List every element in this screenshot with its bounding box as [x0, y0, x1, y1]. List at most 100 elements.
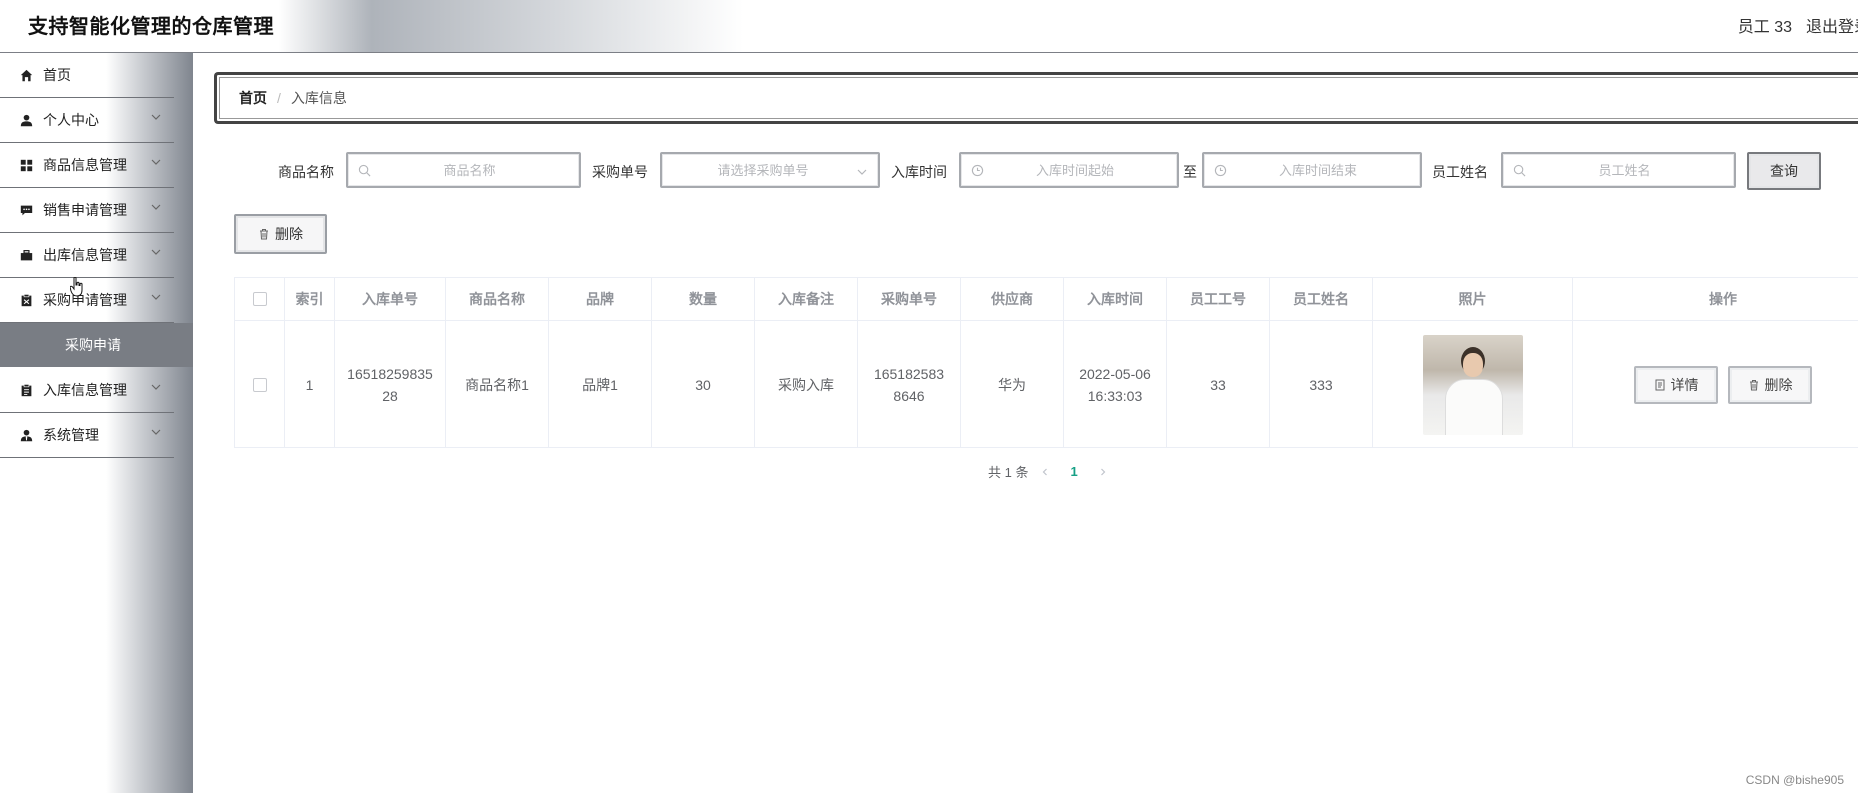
sidebar-item-label: 入库信息管理	[43, 382, 127, 398]
breadcrumb: 首页 / 入库信息	[214, 72, 1858, 124]
breadcrumb-current: 入库信息	[290, 90, 347, 106]
row-delete-button[interactable]: 删除	[1728, 365, 1812, 404]
cell-inbound-date: 2022-05-06	[1079, 365, 1151, 382]
cell-purchase-no-line1: 165182583	[873, 365, 945, 382]
inbound-time-end-input[interactable]	[1204, 161, 1420, 179]
chevron-down-icon	[151, 429, 161, 435]
sidebar-item-label: 销售申请管理	[43, 202, 127, 218]
sidebar-item-label: 系统管理	[43, 427, 99, 443]
inbound-time-start-input[interactable]	[961, 161, 1177, 179]
sidebar-item-label: 商品信息管理	[43, 157, 127, 173]
inbound-time-start-field[interactable]	[959, 152, 1179, 188]
pagination-page[interactable]: 1	[1070, 464, 1077, 479]
chevron-left-icon[interactable]	[1040, 467, 1050, 477]
inbound-table: 索引 入库单号 商品名称 品牌 数量 入库备注 采购单号 供应商 入库时间 员工…	[234, 277, 1858, 448]
header-checkbox-cell	[235, 278, 285, 320]
current-user: 员工 33	[1737, 19, 1792, 36]
watermark: CSDN @bishe905	[1745, 773, 1844, 787]
breadcrumb-home[interactable]: 首页	[239, 88, 267, 108]
cell-product-name: 商品名称1	[446, 321, 549, 448]
detail-button[interactable]: 详情	[1634, 365, 1718, 404]
sidebar-item-outbound-info[interactable]: 出库信息管理	[0, 233, 174, 278]
cell-inbound-time: 2022-05-06 16:33:03	[1064, 321, 1167, 448]
chevron-right-icon[interactable]	[1098, 467, 1108, 477]
column-header: 数量	[652, 278, 755, 320]
app-title: 支持智能化管理的仓库管理	[28, 16, 274, 38]
employee-name-input[interactable]	[1503, 161, 1734, 179]
employee-name-field[interactable]	[1501, 152, 1736, 188]
clipboard-icon	[19, 383, 33, 397]
top-header: 支持智能化管理的仓库管理 员工 33 退出登录	[0, 0, 1858, 53]
chevron-down-icon	[151, 159, 161, 165]
cell-actions: 详情 删除	[1573, 321, 1858, 448]
table-header-row: 索引 入库单号 商品名称 品牌 数量 入库备注 采购单号 供应商 入库时间 员工…	[235, 278, 1858, 321]
column-header: 照片	[1373, 278, 1573, 320]
sidebar-subitem-label: 采购申请	[65, 337, 121, 353]
chevron-down-icon	[151, 294, 161, 300]
column-header: 入库单号	[335, 278, 446, 320]
chevron-down-icon	[151, 204, 161, 210]
product-name-field[interactable]	[346, 152, 581, 188]
sidebar-item-inbound-info[interactable]: 入库信息管理	[0, 368, 174, 413]
clock-icon	[1214, 164, 1227, 177]
column-header: 采购单号	[858, 278, 961, 320]
sidebar-item-sales-request[interactable]: 销售申请管理	[0, 188, 174, 233]
sidebar-item-label: 出库信息管理	[43, 247, 127, 263]
column-header: 入库备注	[755, 278, 858, 320]
product-name-label: 商品名称	[278, 164, 334, 180]
hand-cursor-icon	[70, 277, 83, 297]
user-icon	[19, 113, 33, 127]
pagination-total: 共 1 条	[988, 465, 1029, 480]
sidebar: 首页 个人中心 商品信息管理 销售申请管理 出库信息管理 采购申请管理 采购申请…	[0, 53, 193, 793]
sidebar-item-purchase-request[interactable]: 采购申请管理	[0, 278, 174, 323]
cell-employee-name: 333	[1270, 321, 1373, 448]
column-header: 员工工号	[1167, 278, 1270, 320]
breadcrumb-separator: /	[277, 90, 281, 106]
briefcase-icon	[19, 248, 33, 262]
column-header: 员工姓名	[1270, 278, 1373, 320]
cell-quantity: 30	[652, 321, 755, 448]
search-icon	[358, 164, 371, 177]
inbound-time-end-field[interactable]	[1202, 152, 1422, 188]
cell-purchase-no: 165182583 8646	[858, 321, 961, 448]
row-checkbox[interactable]	[252, 377, 267, 392]
product-name-input[interactable]	[348, 161, 579, 179]
trash-icon	[1749, 379, 1758, 390]
photo-shirt-shape	[1444, 378, 1503, 435]
sidebar-item-label: 首页	[43, 67, 71, 83]
sidebar-subitem-purchase-apply[interactable]: 采购申请	[0, 323, 193, 367]
employee-name-label: 员工姓名	[1432, 164, 1488, 180]
user-tie-icon	[19, 428, 33, 442]
select-all-checkbox[interactable]	[252, 292, 267, 306]
logout-link[interactable]: 退出登录	[1806, 13, 1858, 37]
search-button[interactable]: 查询	[1747, 152, 1821, 190]
cell-photo	[1373, 321, 1573, 448]
clipboard-icon	[19, 293, 33, 307]
purchase-no-input[interactable]	[662, 161, 878, 179]
purchase-no-select[interactable]	[660, 152, 880, 188]
cell-brand: 品牌1	[549, 321, 652, 448]
table-row: 1 16518259835 28 商品名称1 品牌1 30 采购入库 165182…	[235, 321, 1858, 448]
batch-delete-button[interactable]: 删除	[234, 214, 327, 254]
sidebar-item-home[interactable]: 首页	[0, 53, 174, 98]
column-header: 商品名称	[446, 278, 549, 320]
column-header: 品牌	[549, 278, 652, 320]
grid-icon	[19, 158, 33, 172]
sidebar-item-label: 个人中心	[43, 112, 99, 128]
column-header: 入库时间	[1064, 278, 1167, 320]
sidebar-item-personal-center[interactable]: 个人中心	[0, 98, 174, 143]
inbound-time-label: 入库时间	[891, 164, 947, 180]
product-photo[interactable]	[1422, 334, 1523, 435]
column-header: 操作	[1709, 291, 1737, 307]
cell-supplier: 华为	[961, 321, 1064, 448]
cell-index: 1	[285, 321, 335, 448]
chevron-down-icon	[151, 384, 161, 390]
sidebar-item-system[interactable]: 系统管理	[0, 413, 174, 458]
sidebar-item-product-info[interactable]: 商品信息管理	[0, 143, 174, 188]
trash-icon	[260, 229, 268, 240]
comment-icon	[19, 203, 33, 217]
batch-delete-label: 删除	[275, 226, 303, 242]
home-icon	[19, 68, 33, 82]
column-header: 供应商	[961, 278, 1064, 320]
cell-purchase-no-line2: 8646	[893, 387, 925, 404]
